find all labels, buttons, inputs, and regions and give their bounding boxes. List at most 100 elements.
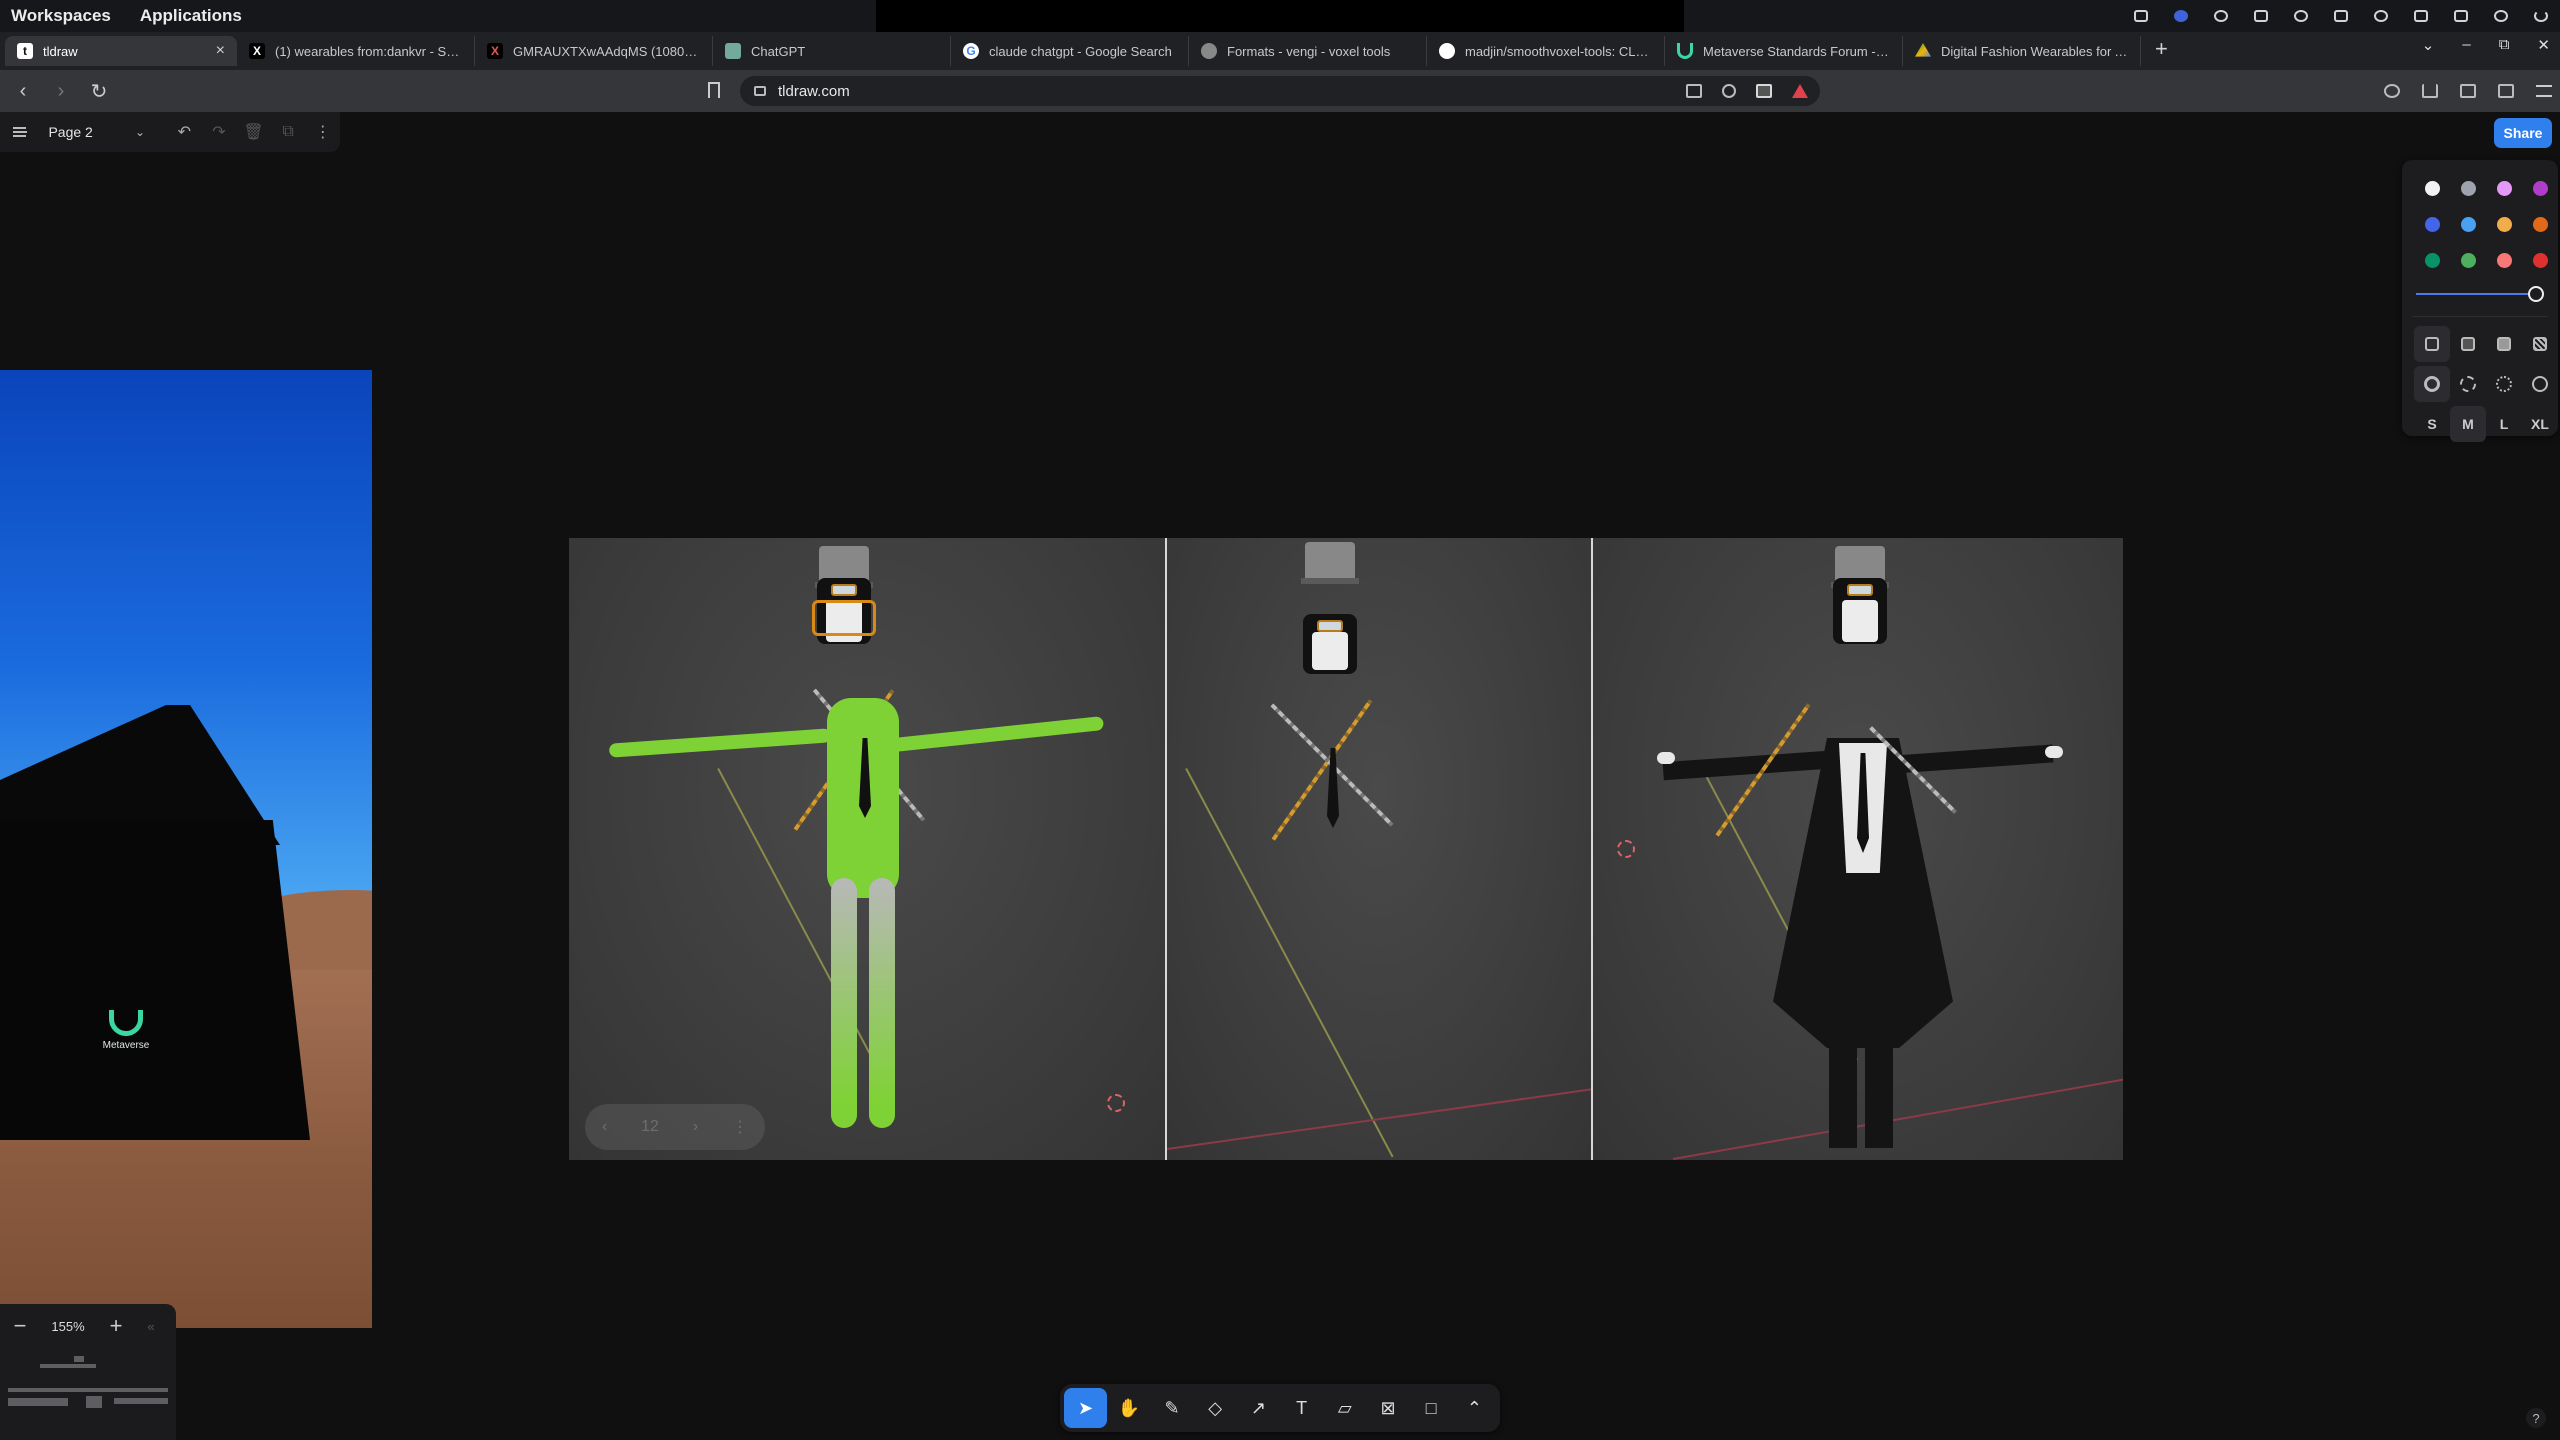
duplicate-icon[interactable]: ⧉ xyxy=(271,123,306,141)
forward-icon[interactable]: › xyxy=(46,76,76,106)
restore-icon[interactable]: ⧉ xyxy=(2499,36,2510,54)
cast-icon[interactable] xyxy=(1686,84,1702,98)
brave-shield-icon[interactable] xyxy=(1756,84,1772,98)
tab-metaverse-forum[interactable]: Metaverse Standards Forum - Digital xyxy=(1665,36,1903,66)
eraser-tool-button[interactable]: ◇ xyxy=(1194,1388,1237,1428)
new-tab-button[interactable]: + xyxy=(2155,36,2168,62)
tab-digital-fashion[interactable]: Digital Fashion Wearables for Avatars xyxy=(1903,36,2141,66)
collapse-minimap-icon[interactable]: « xyxy=(136,1319,166,1334)
url-text[interactable]: tldraw.com xyxy=(778,83,850,100)
tldraw-canvas[interactable]: Metaverse ‹ 12 › ⋮ Page 2 ⌄ ↶ ↷ 🗑 ⧉ ⋮ Sh… xyxy=(0,112,2560,1440)
size-l-button[interactable]: L xyxy=(2486,406,2522,442)
menu-workspaces[interactable]: Workspaces xyxy=(11,6,111,26)
color-swatch[interactable] xyxy=(2414,170,2450,206)
rectangle-tool-button[interactable]: □ xyxy=(1410,1388,1453,1428)
sidebar-icon[interactable] xyxy=(2460,84,2476,98)
size-xl-button[interactable]: XL xyxy=(2522,406,2558,442)
color-swatch[interactable] xyxy=(2486,242,2522,278)
cube-icon[interactable] xyxy=(2212,8,2230,24)
color-swatch[interactable] xyxy=(2522,170,2558,206)
bookmark-icon[interactable] xyxy=(708,82,720,98)
note-tool-button[interactable]: ▱ xyxy=(1323,1388,1366,1428)
reload-icon[interactable]: ↻ xyxy=(84,76,114,106)
minimap[interactable] xyxy=(6,1350,170,1434)
share-page-icon[interactable] xyxy=(1722,84,1736,98)
menu-icon[interactable] xyxy=(2536,85,2552,97)
fill-solid-button[interactable] xyxy=(2486,326,2522,362)
dash-solid-button[interactable] xyxy=(2522,366,2558,402)
arrow-tool-button[interactable]: ↗ xyxy=(1237,1388,1280,1428)
color-swatch[interactable] xyxy=(2450,206,2486,242)
browser-toolbar: ‹ › ↻ tldraw.com xyxy=(0,70,2560,112)
tab-wearables-search[interactable]: X (1) wearables from:dankvr - Search xyxy=(237,36,475,66)
fill-none-button[interactable] xyxy=(2414,326,2450,362)
menu-applications[interactable]: Applications xyxy=(140,6,242,26)
key-icon[interactable] xyxy=(2372,8,2390,24)
media-tool-button[interactable]: ⊠ xyxy=(1366,1388,1409,1428)
close-window-icon[interactable]: ✕ xyxy=(2537,36,2550,54)
fill-semi-button[interactable] xyxy=(2450,326,2486,362)
tab-github[interactable]: madjin/smoothvoxel-tools: CLI tools xyxy=(1427,36,1665,66)
address-bar[interactable]: tldraw.com xyxy=(740,76,1820,106)
fill-pattern-button[interactable] xyxy=(2522,326,2558,362)
tab-google-search[interactable]: G claude chatgpt - Google Search xyxy=(951,36,1189,66)
delete-icon[interactable]: 🗑 xyxy=(236,122,271,142)
text-tool-button[interactable]: T xyxy=(1280,1388,1323,1428)
hand-tool-button[interactable]: ✋ xyxy=(1107,1388,1150,1428)
color-swatch[interactable] xyxy=(2450,170,2486,206)
help-button[interactable]: ? xyxy=(2526,1408,2546,1428)
color-swatch[interactable] xyxy=(2414,242,2450,278)
window-icon[interactable] xyxy=(2332,8,2350,24)
canvas-image-metaverse-building[interactable]: Metaverse xyxy=(0,370,372,1328)
tab-chatgpt[interactable]: ChatGPT xyxy=(713,36,951,66)
color-swatch[interactable] xyxy=(2522,206,2558,242)
color-swatch[interactable] xyxy=(2414,206,2450,242)
site-info-icon[interactable] xyxy=(754,86,766,96)
opacity-slider[interactable] xyxy=(2416,284,2544,304)
color-swatch[interactable] xyxy=(2486,170,2522,206)
size-s-button[interactable]: S xyxy=(2414,406,2450,442)
minimize-icon[interactable]: – xyxy=(2462,36,2470,54)
color-swatch[interactable] xyxy=(2486,206,2522,242)
network-icon[interactable] xyxy=(2412,8,2430,24)
zoom-in-button[interactable]: + xyxy=(96,1313,136,1339)
color-swatch[interactable] xyxy=(2522,242,2558,278)
tab-image[interactable]: X GMRAUXTXwAAdqMS (1080×608) xyxy=(475,36,713,66)
page-name[interactable]: Page 2 xyxy=(48,124,135,140)
close-tab-icon[interactable]: × xyxy=(216,42,225,60)
microphone-icon[interactable] xyxy=(2492,8,2510,24)
discord-icon[interactable] xyxy=(2292,8,2310,24)
rewards-icon[interactable] xyxy=(1792,84,1808,98)
color-dot-icon xyxy=(2424,252,2440,268)
share-button[interactable]: Share xyxy=(2494,118,2552,148)
dash-dotted-button[interactable] xyxy=(2486,366,2522,402)
more-tools-button[interactable]: ⌃ xyxy=(1453,1388,1496,1428)
opacity-thumb[interactable] xyxy=(2528,286,2544,302)
zoom-level[interactable]: 155% xyxy=(40,1319,96,1334)
color-swatch[interactable] xyxy=(2450,242,2486,278)
canvas-image-avatar-screenshot[interactable]: ‹ 12 › ⋮ xyxy=(569,538,2123,1160)
volume-icon[interactable] xyxy=(2452,8,2470,24)
size-m-button[interactable]: M xyxy=(2450,406,2486,442)
dash-draw-button[interactable] xyxy=(2414,366,2450,402)
redo-icon[interactable]: ↷ xyxy=(202,122,237,142)
draw-tool-button[interactable]: ✎ xyxy=(1150,1388,1193,1428)
extensions-icon[interactable] xyxy=(2384,84,2400,98)
download-icon[interactable] xyxy=(2422,84,2438,98)
dash-dashed-button[interactable] xyxy=(2450,366,2486,402)
profile-badge-icon[interactable] xyxy=(2172,8,2190,24)
wallet-icon[interactable] xyxy=(2498,84,2514,98)
more-options-icon[interactable]: ⋮ xyxy=(305,122,340,142)
undo-icon[interactable]: ↶ xyxy=(167,122,202,142)
tab-tldraw[interactable]: t tldraw × xyxy=(5,36,237,66)
shield-icon[interactable] xyxy=(2252,8,2270,24)
select-tool-button[interactable]: ➤ xyxy=(1064,1388,1108,1428)
screen-icon[interactable] xyxy=(2132,8,2150,24)
tab-list-chevron-icon[interactable]: ⌄ xyxy=(2422,36,2435,54)
zoom-out-button[interactable]: − xyxy=(0,1313,40,1339)
page-chevron-down-icon[interactable]: ⌄ xyxy=(135,125,145,139)
power-icon[interactable] xyxy=(2532,8,2550,24)
main-menu-icon[interactable] xyxy=(13,127,28,137)
tab-vengi[interactable]: Formats - vengi - voxel tools xyxy=(1189,36,1427,66)
back-icon[interactable]: ‹ xyxy=(8,76,38,106)
